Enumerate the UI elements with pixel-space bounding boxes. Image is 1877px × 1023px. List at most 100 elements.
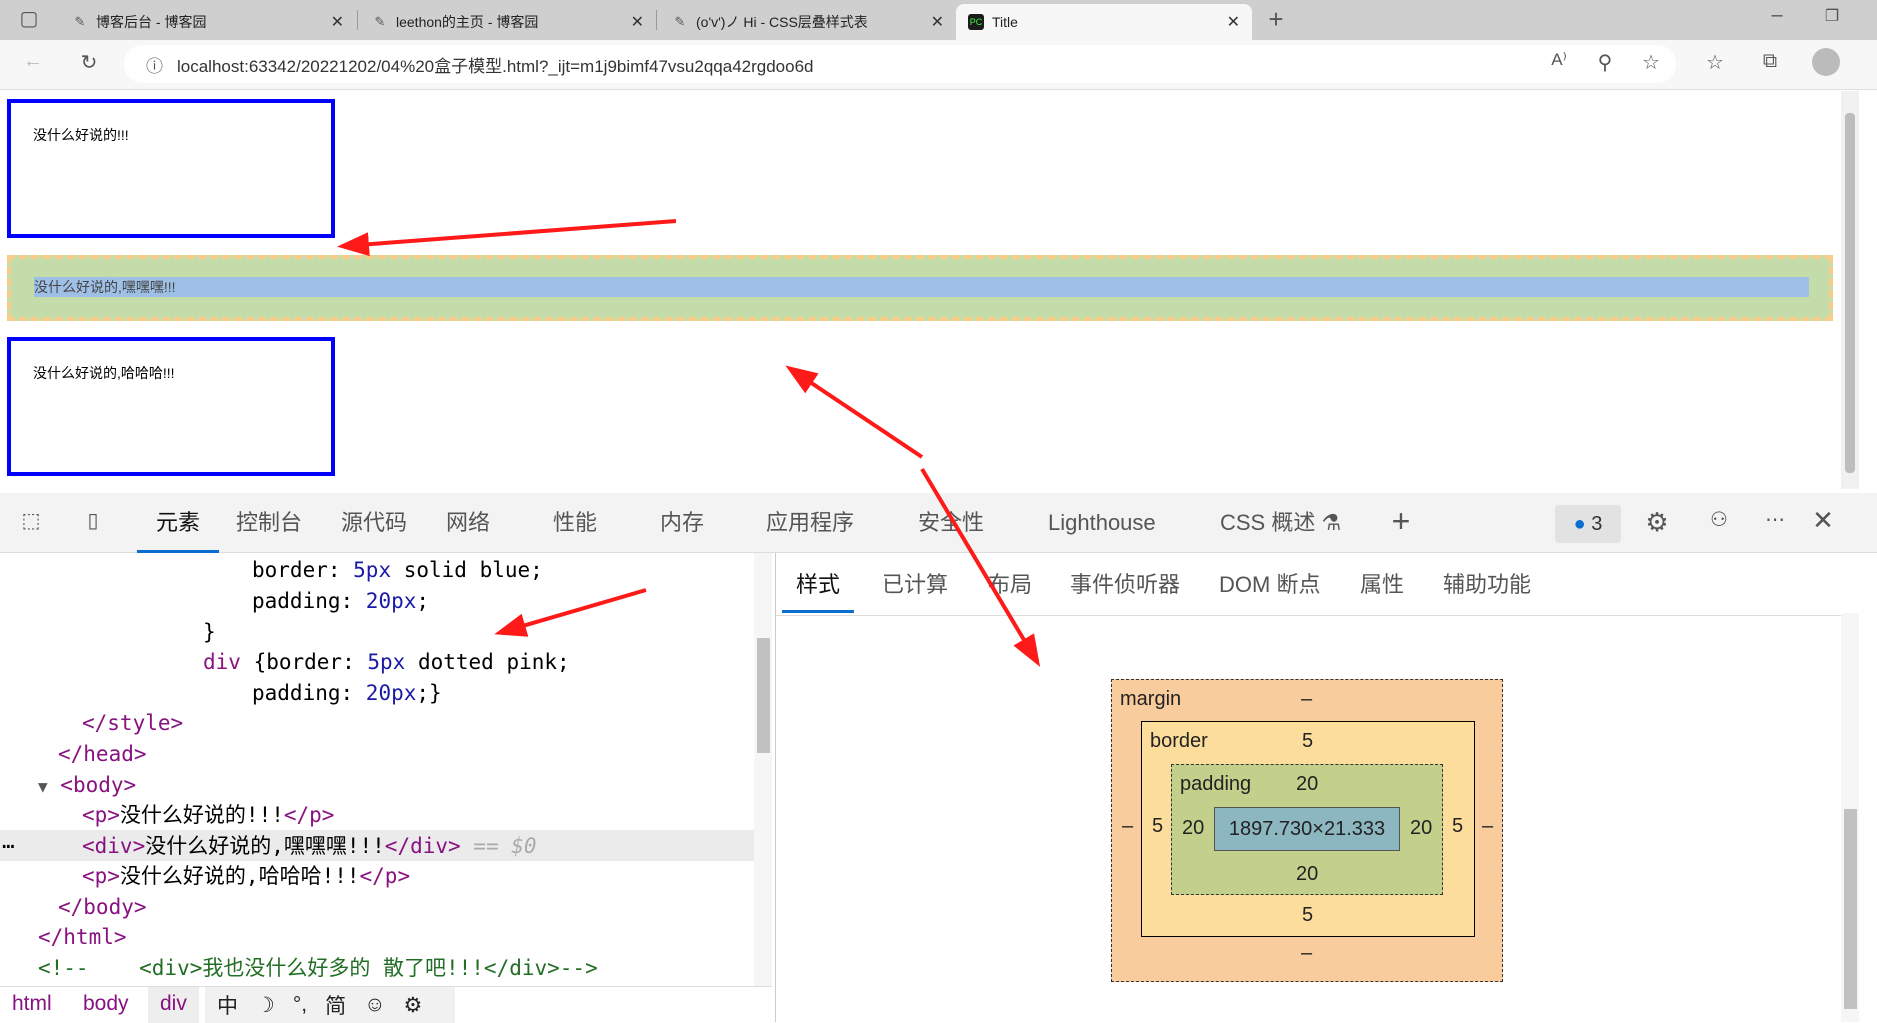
padding-top[interactable]: 20 xyxy=(1296,773,1318,796)
inspect-icon[interactable]: ⬚ xyxy=(16,508,46,533)
tab-sources[interactable]: 源代码 xyxy=(341,493,407,553)
pycharm-icon: PC xyxy=(968,14,984,30)
address-bar-row: ← ↻ ⓘ localhost:63342/20221202/04%20盒子模型… xyxy=(0,40,1877,90)
tab-console[interactable]: 控制台 xyxy=(236,493,302,553)
code-line[interactable]: padding: 20px; xyxy=(252,586,429,616)
border-right[interactable]: 5 xyxy=(1452,815,1463,838)
styles-scrollbar[interactable] xyxy=(1841,613,1859,1022)
body-node[interactable]: ▼ <body> xyxy=(38,770,136,800)
restore-icon[interactable]: ❐ xyxy=(1817,6,1847,26)
tab-network[interactable]: 网络 xyxy=(446,493,490,553)
new-tab-icon[interactable]: + xyxy=(1261,4,1291,35)
breadcrumb: html body div 中 ☽ °, 简 ☺ ⚙ xyxy=(0,986,772,1023)
margin-bottom[interactable]: – xyxy=(1301,942,1312,965)
page-scrollbar[interactable] xyxy=(1841,91,1859,489)
close-tab-icon[interactable]: ✕ xyxy=(331,12,344,32)
tab-performance[interactable]: 性能 xyxy=(553,493,597,553)
close-tab-icon[interactable]: ✕ xyxy=(931,12,944,32)
feedback-icon[interactable]: ⚇ xyxy=(1704,507,1734,532)
divider xyxy=(357,10,358,30)
divider xyxy=(656,10,657,30)
tab-styles[interactable]: 样式 xyxy=(782,563,855,613)
tab-lighthouse[interactable]: Lighthouse xyxy=(1048,493,1156,553)
padding-right[interactable]: 20 xyxy=(1410,817,1432,840)
device-toolbar-icon[interactable]: ▯ xyxy=(78,508,108,533)
ime-punctuation-icon[interactable]: °, xyxy=(293,993,307,1017)
ime-emoji-icon[interactable]: ☺ xyxy=(364,993,385,1017)
tab-computed[interactable]: 已计算 xyxy=(882,563,948,613)
issues-button[interactable]: ● 3 xyxy=(1555,505,1621,543)
tab-security[interactable]: 安全性 xyxy=(918,493,984,553)
web-page: 没什么好说的!!! 没什么好说的,嘿嘿嘿!!! 没什么好说的,哈哈哈!!! xyxy=(0,91,1841,489)
margin-left[interactable]: – xyxy=(1122,815,1133,838)
box-model-padding[interactable]: padding 20 20 20 20 1897.730×21.333 xyxy=(1171,764,1443,895)
tab-dom-breakpoints[interactable]: DOM 断点 xyxy=(1219,563,1320,613)
url-input[interactable]: ⓘ localhost:63342/20221202/04%20盒子模型.htm… xyxy=(124,45,1676,83)
padding-bottom[interactable]: 20 xyxy=(1296,863,1318,886)
tab-accessibility[interactable]: 辅助功能 xyxy=(1443,563,1531,613)
cnblogs-icon: ✎ xyxy=(74,14,86,29)
tab-layout[interactable]: 布局 xyxy=(988,563,1032,613)
code-line[interactable]: padding: 20px;} xyxy=(252,678,442,708)
box-model-border[interactable]: border 5 5 5 5 padding 20 20 20 20 1897.… xyxy=(1141,721,1475,937)
border-top[interactable]: 5 xyxy=(1302,730,1313,753)
p-node-2[interactable]: <p>没什么好说的,哈哈哈!!!</p> xyxy=(82,861,410,891)
border-bottom[interactable]: 5 xyxy=(1302,904,1313,927)
back-icon[interactable]: ← xyxy=(18,50,48,73)
margin-right[interactable]: – xyxy=(1482,815,1493,838)
tab-bar: ▢ ✎ 博客后台 - 博客园 ✕ ✎ leethon的主页 - 博客园 ✕ ✎ (o'v'… xyxy=(0,0,1877,40)
zoom-icon[interactable]: ⚲ xyxy=(1590,50,1620,75)
minimize-icon[interactable]: – xyxy=(1762,4,1792,27)
tab-3[interactable]: ✎ (o'v')ノ Hi - CSS层叠样式表 ✕ xyxy=(660,4,956,40)
ime-halfwidth-icon[interactable]: ☽ xyxy=(256,993,275,1018)
tab-properties[interactable]: 属性 xyxy=(1360,563,1404,613)
tab-memory[interactable]: 内存 xyxy=(660,493,704,553)
tab-1[interactable]: ✎ 博客后台 - 博客园 ✕ xyxy=(60,4,356,40)
tab-elements[interactable]: 元素 xyxy=(137,493,219,553)
ime-simplified-icon[interactable]: 简 xyxy=(325,990,346,1020)
collections-icon[interactable]: ⧉ xyxy=(1755,50,1785,73)
more-icon[interactable]: ⋯ xyxy=(1760,507,1790,532)
collapse-triangle-icon[interactable]: ▼ xyxy=(38,777,48,796)
head-close-tag[interactable]: </head> xyxy=(58,739,147,769)
elements-scrollbar[interactable] xyxy=(754,553,772,986)
tab-4[interactable]: PC Title ✕ xyxy=(956,4,1252,40)
code-line[interactable]: border: 5px solid blue; xyxy=(252,555,543,585)
ime-chinese-icon[interactable]: 中 xyxy=(217,990,238,1020)
breadcrumb-div[interactable]: div xyxy=(148,987,199,1023)
more-actions-icon[interactable]: ⋯ xyxy=(2,831,15,861)
div-node-selected[interactable]: <div>没什么好说的,嘿嘿嘿!!!</div> == $0 xyxy=(82,831,537,861)
favorites-icon[interactable]: ☆ xyxy=(1700,50,1730,75)
close-devtools-icon[interactable]: ✕ xyxy=(1808,505,1838,536)
margin-top[interactable]: – xyxy=(1301,688,1312,711)
favorite-add-icon[interactable]: ☆ xyxy=(1636,50,1666,75)
flask-icon: ⚗ xyxy=(1321,510,1342,535)
reload-icon[interactable]: ↻ xyxy=(74,50,104,75)
tab-css-overview[interactable]: CSS 概述 ⚗ xyxy=(1220,493,1341,553)
tab-2[interactable]: ✎ leethon的主页 - 博客园 ✕ xyxy=(360,4,656,40)
html-close-tag[interactable]: </html> xyxy=(38,922,127,952)
tab-application[interactable]: 应用程序 xyxy=(766,493,854,553)
border-left[interactable]: 5 xyxy=(1152,815,1163,838)
read-aloud-icon[interactable]: A⁾ xyxy=(1544,50,1574,70)
close-tab-icon[interactable]: ✕ xyxy=(631,12,644,32)
box-model-content[interactable]: 1897.730×21.333 xyxy=(1214,807,1400,851)
breadcrumb-html[interactable]: html xyxy=(12,992,52,1016)
code-line[interactable]: } xyxy=(203,617,216,647)
padding-left[interactable]: 20 xyxy=(1182,817,1204,840)
body-close-tag[interactable]: </body> xyxy=(58,892,147,922)
style-close-tag[interactable]: </style> xyxy=(82,708,183,738)
more-tabs-icon[interactable]: + xyxy=(1386,503,1416,540)
code-line[interactable]: div {border: 5px dotted pink; xyxy=(203,647,570,677)
settings-icon[interactable]: ⚙ xyxy=(1642,507,1672,538)
info-icon[interactable]: ⓘ xyxy=(146,52,163,77)
breadcrumb-body[interactable]: body xyxy=(83,992,129,1016)
box-model-margin[interactable]: margin – – – – border 5 5 5 5 padding 20… xyxy=(1111,679,1503,982)
avatar[interactable] xyxy=(1812,48,1840,76)
tab-actions-icon[interactable]: ▢ xyxy=(14,6,44,31)
close-tab-icon[interactable]: ✕ xyxy=(1227,12,1240,32)
tab-event-listeners[interactable]: 事件侦听器 xyxy=(1070,563,1180,613)
p-node-1[interactable]: <p>没什么好说的!!!</p> xyxy=(82,800,334,830)
comment-node[interactable]: <!-- <div>我也没什么好多的 散了吧!!!</div>--> xyxy=(38,953,598,983)
ime-settings-icon[interactable]: ⚙ xyxy=(404,993,423,1018)
